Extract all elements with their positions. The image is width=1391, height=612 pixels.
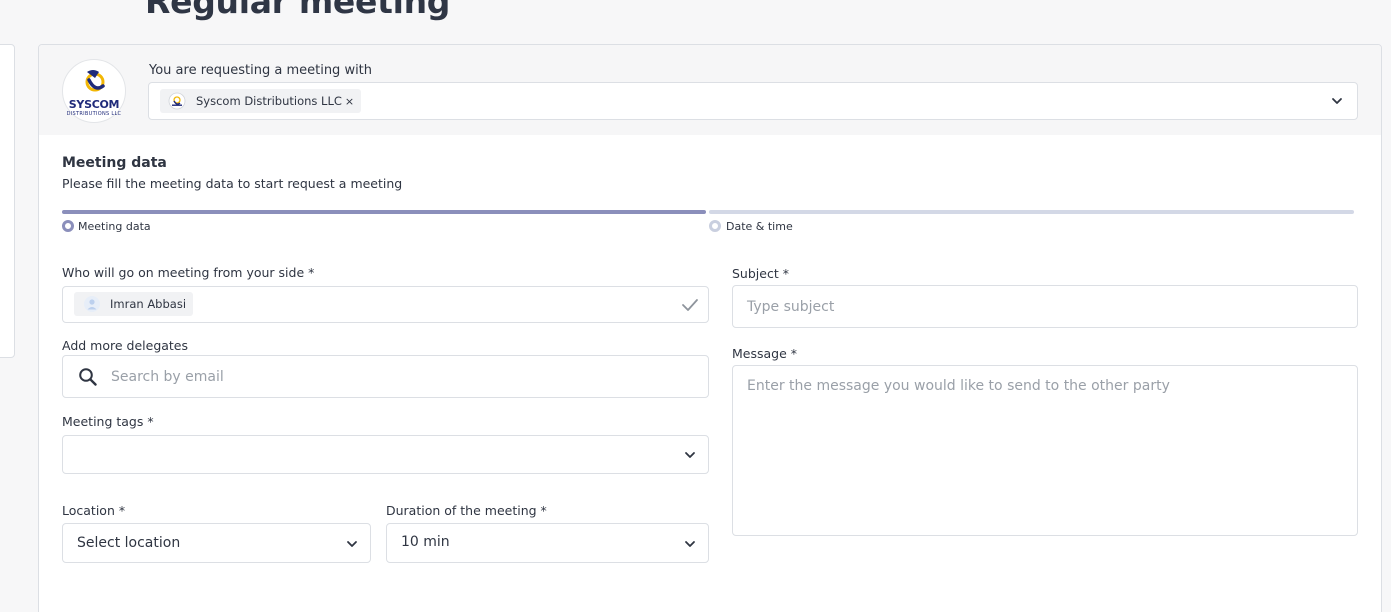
delegates-search-input[interactable]: Search by email [62, 355, 709, 398]
company-chip-logo-icon [168, 92, 186, 110]
attendee-name: Imran Abbasi [110, 297, 187, 311]
location-select[interactable]: Select location [62, 523, 371, 563]
section-subtitle: Please fill the meeting data to start re… [62, 176, 403, 191]
message-placeholder: Enter the message you would like to send… [747, 378, 1170, 394]
company-emblem-icon [85, 70, 105, 92]
step-progress-meeting-data [62, 210, 706, 214]
company-logo-text: SYSCOM [68, 98, 120, 111]
search-icon [79, 368, 97, 386]
user-avatar-icon [84, 296, 100, 312]
company-logo-subtext: DISTRIBUTIONS LLC [66, 111, 122, 117]
step-label-meeting-data[interactable]: Meeting data [78, 220, 151, 233]
duration-value: 10 min [401, 534, 450, 550]
step-indicator-meeting-data[interactable] [62, 220, 74, 232]
chevron-down-icon[interactable] [346, 538, 358, 550]
step-label-date-time[interactable]: Date & time [726, 220, 793, 233]
tags-label: Meeting tags * [62, 414, 154, 429]
duration-select[interactable]: 10 min [386, 523, 709, 563]
company-logo: SYSCOM DISTRIBUTIONS LLC [62, 59, 126, 123]
delegates-label: Add more delegates [62, 338, 189, 353]
subject-input[interactable]: Type subject [732, 285, 1358, 328]
step-indicator-date-time[interactable] [709, 220, 721, 232]
subject-label: Subject * [732, 266, 789, 281]
meeting-request-card: SYSCOM DISTRIBUTIONS LLC You are request… [38, 44, 1382, 612]
attendee-select[interactable]: Imran Abbasi [62, 286, 709, 323]
company-chip-label: Syscom Distributions LLC [196, 94, 342, 108]
company-select[interactable]: Syscom Distributions LLC × [148, 82, 1358, 120]
request-header: SYSCOM DISTRIBUTIONS LLC You are request… [39, 45, 1381, 135]
check-icon [682, 299, 698, 311]
section-title: Meeting data [62, 155, 167, 171]
request-label: You are requesting a meeting with [149, 63, 373, 78]
chevron-down-icon[interactable] [684, 538, 696, 550]
page-title: Regular meeting [145, 0, 451, 21]
message-label: Message * [732, 346, 798, 361]
chevron-down-icon[interactable] [1331, 95, 1343, 107]
attendee-chip: Imran Abbasi [74, 292, 194, 316]
location-value: Select location [77, 535, 181, 551]
duration-label: Duration of the meeting * [386, 503, 547, 518]
tags-select[interactable] [62, 435, 709, 474]
location-label: Location * [62, 503, 126, 518]
delegates-placeholder: Search by email [111, 369, 224, 385]
left-side-panel [0, 44, 15, 358]
step-progress-date-time [709, 210, 1354, 214]
attendee-label: Who will go on meeting from your side * [62, 265, 315, 280]
company-chip: Syscom Distributions LLC × [160, 89, 362, 113]
remove-company-icon[interactable]: × [345, 95, 354, 108]
message-textarea[interactable]: Enter the message you would like to send… [732, 365, 1358, 536]
subject-placeholder: Type subject [747, 299, 835, 315]
chevron-down-icon[interactable] [684, 449, 696, 461]
